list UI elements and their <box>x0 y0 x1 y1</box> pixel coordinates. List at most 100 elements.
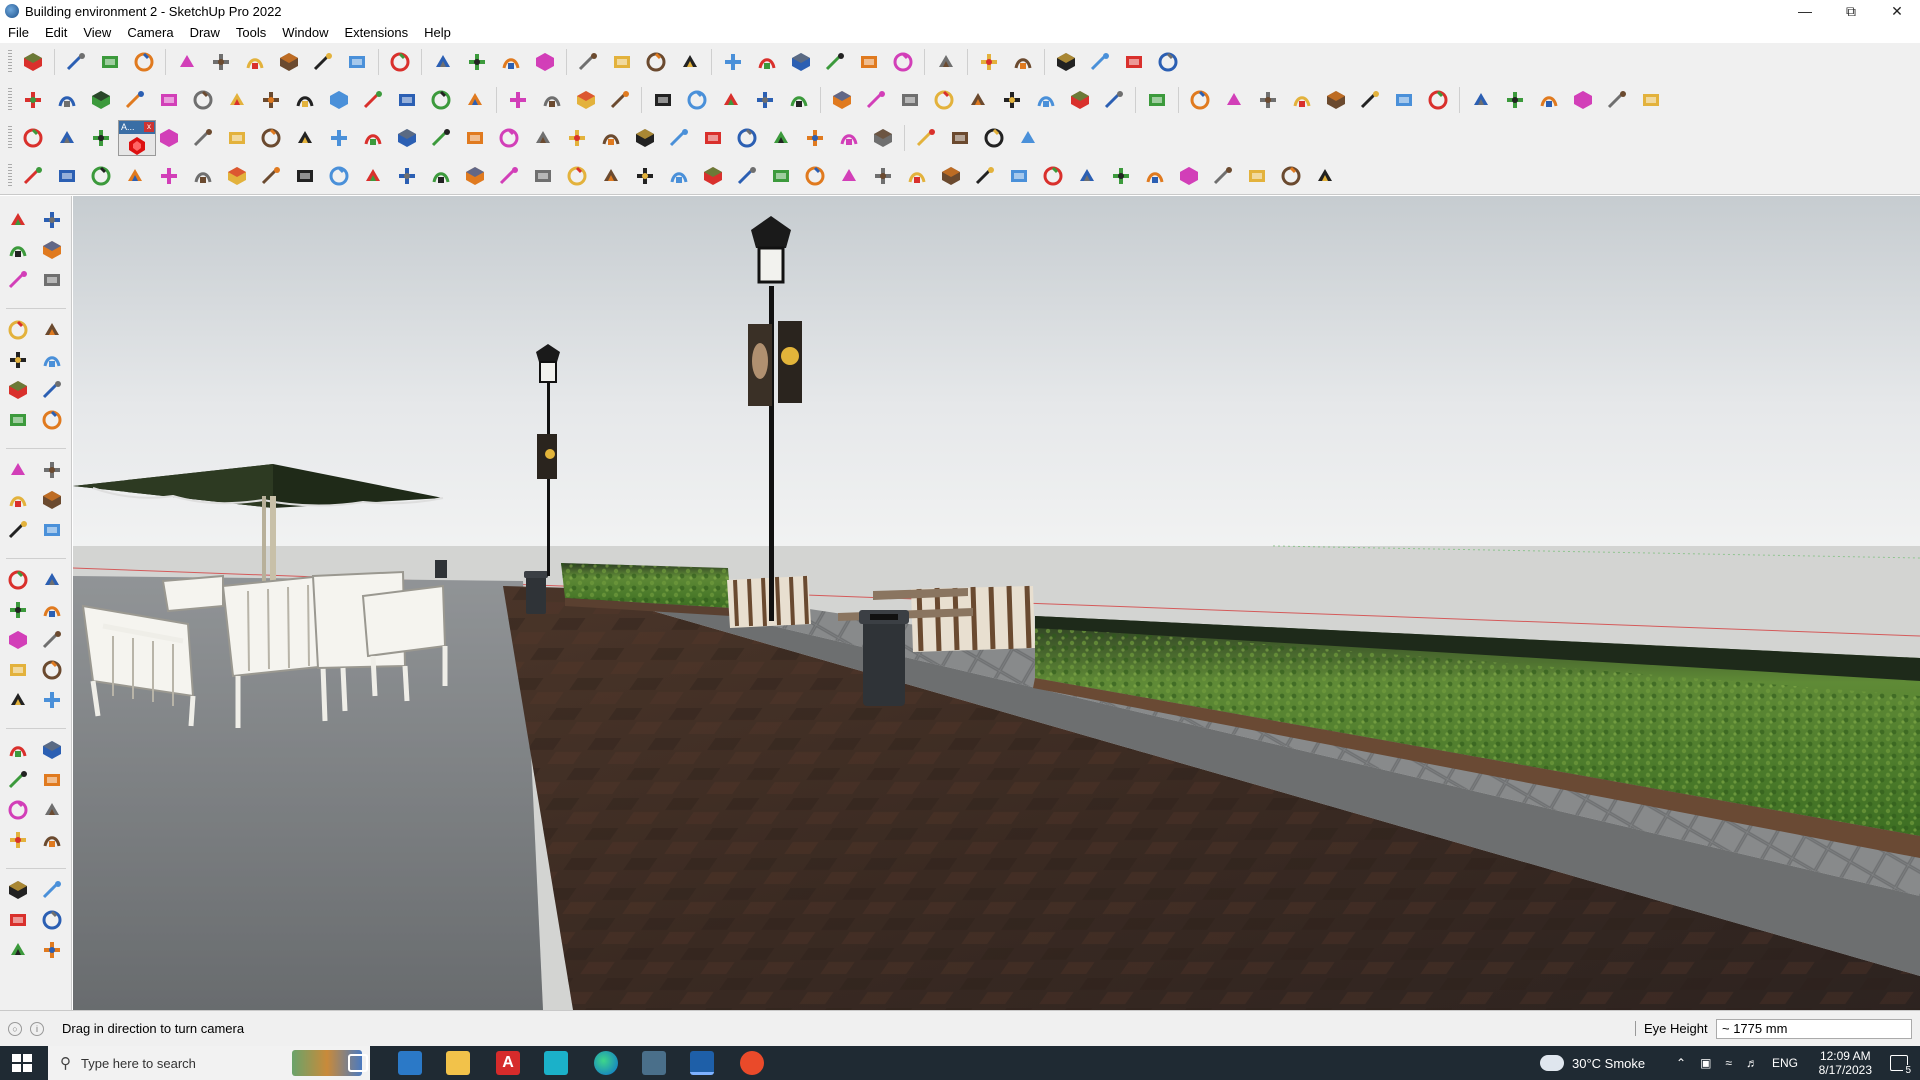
left-tool-icon[interactable] <box>38 736 66 764</box>
left-tool-icon[interactable] <box>38 206 66 234</box>
toolbar-tool-icon[interactable] <box>719 47 747 77</box>
toolbar-tool-icon[interactable] <box>1501 85 1529 115</box>
measurements-input[interactable]: ~ 1775 mm <box>1716 1019 1912 1039</box>
toolbar-tool-icon[interactable] <box>606 85 634 115</box>
language-indicator[interactable]: ENG <box>1772 1056 1798 1070</box>
snipping-tool-icon[interactable] <box>642 1051 666 1075</box>
toolbar-tool-icon[interactable] <box>275 47 303 77</box>
toolbar-tool-icon[interactable] <box>1186 85 1214 115</box>
left-tool-icon[interactable] <box>4 486 32 514</box>
windows-start-icon[interactable] <box>12 1054 32 1072</box>
toolbar-tool-icon[interactable] <box>676 47 704 77</box>
wifi-icon[interactable]: ≈ <box>1725 1056 1732 1070</box>
toolbar-tool-icon[interactable] <box>787 47 815 77</box>
toolbar-tool-icon[interactable] <box>173 47 201 77</box>
minimize-button[interactable]: — <box>1782 0 1828 22</box>
toolbar-tool-icon[interactable] <box>87 85 115 115</box>
toolbar-tool-icon[interactable] <box>495 161 523 191</box>
toolbar-tool-icon[interactable] <box>1277 161 1305 191</box>
toolbar-tool-icon[interactable] <box>325 123 353 153</box>
left-tool-icon[interactable] <box>38 686 66 714</box>
google-app-icon[interactable] <box>740 1051 764 1075</box>
toolbar-tool-icon[interactable] <box>1637 85 1665 115</box>
toolbar-tool-icon[interactable] <box>461 123 489 153</box>
toolbar-tool-icon[interactable] <box>325 85 353 115</box>
left-tool-icon[interactable] <box>4 376 32 404</box>
toolbar-tool-icon[interactable] <box>359 85 387 115</box>
toolbar-tool-icon[interactable] <box>649 85 677 115</box>
toolbar-tool-icon[interactable] <box>155 123 183 153</box>
toolbar-tool-icon[interactable] <box>753 47 781 77</box>
toolbar-tool-icon[interactable] <box>683 85 711 115</box>
toolbar-tool-icon[interactable] <box>529 123 557 153</box>
toolbar-tool-icon[interactable] <box>869 123 897 153</box>
toolbar-tool-icon[interactable] <box>930 85 958 115</box>
acrobat-app-icon[interactable]: A <box>496 1051 520 1075</box>
left-tool-icon[interactable] <box>38 316 66 344</box>
left-tool-icon[interactable] <box>38 596 66 624</box>
edge-browser-icon[interactable] <box>594 1051 618 1075</box>
toolbar-tool-icon[interactable] <box>1254 85 1282 115</box>
toolbar-tool-icon[interactable] <box>53 161 81 191</box>
toolbar-tool-icon[interactable] <box>903 161 931 191</box>
left-tool-icon[interactable] <box>4 316 32 344</box>
toolbar-tool-icon[interactable] <box>309 47 337 77</box>
menu-camera[interactable]: Camera <box>119 25 181 40</box>
left-tool-icon[interactable] <box>38 566 66 594</box>
restore-button[interactable]: ⧉ <box>1828 0 1874 22</box>
left-tool-icon[interactable] <box>4 346 32 374</box>
toolbar-tool-icon[interactable] <box>971 161 999 191</box>
instructor-info-icon[interactable]: i <box>30 1021 44 1036</box>
toolbar-tool-icon[interactable] <box>325 161 353 191</box>
toolbar-tool-icon[interactable] <box>869 161 897 191</box>
left-tool-icon[interactable] <box>4 686 32 714</box>
toolbar-tool-icon[interactable] <box>1220 85 1248 115</box>
toolbar-tool-icon[interactable] <box>19 161 47 191</box>
toolbar-tool-icon[interactable] <box>223 85 251 115</box>
toolbar-tool-icon[interactable] <box>1154 47 1182 77</box>
left-tool-icon[interactable] <box>4 236 32 264</box>
chevron-up-icon[interactable]: ⌃ <box>1676 1056 1686 1070</box>
toolbar-tool-icon[interactable] <box>1014 123 1042 153</box>
left-tool-icon[interactable] <box>4 766 32 794</box>
toolbar-tool-icon[interactable] <box>862 85 890 115</box>
toolbar-tool-icon[interactable] <box>1390 85 1418 115</box>
left-tool-icon[interactable] <box>4 826 32 854</box>
toolbar-tool-icon[interactable] <box>427 85 455 115</box>
task-view-icon[interactable] <box>348 1054 368 1072</box>
toolbar-tool-icon[interactable] <box>189 85 217 115</box>
left-tool-icon[interactable] <box>38 346 66 374</box>
toolbar-tool-icon[interactable] <box>1569 85 1597 115</box>
taskbar-clock[interactable]: 12:09 AM 8/17/2023 <box>1819 1049 1872 1077</box>
toolbar-tool-icon[interactable] <box>1424 85 1452 115</box>
toolbar-tool-icon[interactable] <box>1039 161 1067 191</box>
toolbar-tool-icon[interactable] <box>835 161 863 191</box>
toolbar-tool-icon[interactable] <box>343 47 371 77</box>
toolbar-tool-icon[interactable] <box>19 123 47 153</box>
toolbar-tool-icon[interactable] <box>1143 85 1171 115</box>
left-tool-icon[interactable] <box>4 906 32 934</box>
menu-draw[interactable]: Draw <box>182 25 228 40</box>
toolbar-tool-icon[interactable] <box>801 123 829 153</box>
toolbar-tool-icon[interactable] <box>828 85 856 115</box>
left-tool-icon[interactable] <box>38 516 66 544</box>
left-tool-icon[interactable] <box>4 406 32 434</box>
toolbar-tool-icon[interactable] <box>1073 161 1101 191</box>
toolbar-tool-icon[interactable] <box>946 123 974 153</box>
toolbar-tool-icon[interactable] <box>699 123 727 153</box>
toolbar-tool-icon[interactable] <box>461 161 489 191</box>
toolbar-tool-icon[interactable] <box>87 123 115 153</box>
menu-window[interactable]: Window <box>274 25 336 40</box>
left-tool-icon[interactable] <box>38 876 66 904</box>
toolbar-tool-icon[interactable] <box>207 47 235 77</box>
toolbar-tool-icon[interactable] <box>96 47 124 77</box>
toolbar-tool-icon[interactable] <box>1052 47 1080 77</box>
toolbar-tool-icon[interactable] <box>937 161 965 191</box>
toolbar-tool-icon[interactable] <box>257 85 285 115</box>
toolbar-tool-icon[interactable] <box>291 123 319 153</box>
toolbar-tool-icon[interactable] <box>291 85 319 115</box>
toolbar-tool-icon[interactable] <box>393 161 421 191</box>
toolbar-tool-icon[interactable] <box>733 123 761 153</box>
toolbar-tool-icon[interactable] <box>359 123 387 153</box>
left-tool-icon[interactable] <box>38 906 66 934</box>
